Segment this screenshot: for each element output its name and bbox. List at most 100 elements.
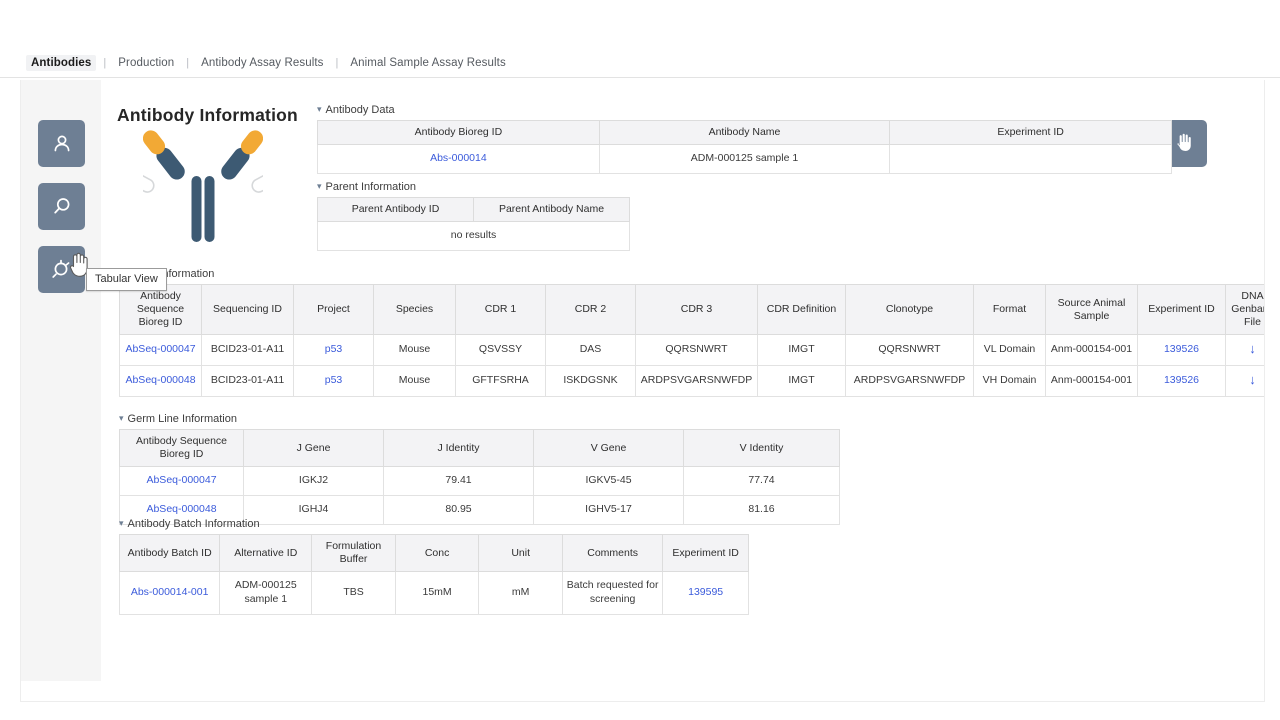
- section-title: Antibody Batch Information: [127, 518, 260, 530]
- cell-sequencing-id: BCID23-01-A11: [201, 334, 294, 367]
- cell-j-identity: 79.41: [383, 466, 534, 496]
- hand-icon: [1172, 129, 1196, 158]
- cell-alternative-id: ADM-000125 sample 1: [219, 571, 313, 615]
- cell-genbank-download[interactable]: ↓: [1225, 365, 1264, 397]
- user-profile-button[interactable]: [38, 120, 85, 167]
- cell-v-identity: 81.16: [683, 494, 840, 525]
- table-row: Abs-000014-001 ADM-000125 sample 1 TBS 1…: [118, 571, 749, 615]
- cell-experiment-id[interactable]: 139526: [1137, 365, 1226, 397]
- column-header-cdr-3: CDR 3: [635, 283, 758, 336]
- search-button[interactable]: [38, 183, 85, 230]
- cell-experiment-id[interactable]: 139526: [1137, 334, 1226, 367]
- cell-cdr-definition: IMGT: [757, 334, 846, 367]
- column-header-dna-genbank-file: DNA Genbank File: [1225, 283, 1264, 336]
- cell-project[interactable]: p53: [293, 334, 374, 367]
- table-row: AbSeq-000047 IGKJ2 79.41 IGKV5-45 77.74: [119, 466, 840, 496]
- nav-separator: |: [335, 56, 339, 69]
- column-header-project: Project: [293, 283, 374, 336]
- column-header-experiment-id: Experiment ID: [662, 533, 749, 573]
- link-experiment-id[interactable]: 139526: [1164, 343, 1199, 355]
- link-antibody-sequence-id[interactable]: AbSeq-000047: [125, 343, 195, 355]
- cell-sequence-id[interactable]: AbSeq-000048: [119, 365, 202, 397]
- cell-source-animal-sample: Anm-000154-001: [1045, 365, 1138, 397]
- cell-formulation-buffer: TBS: [311, 571, 396, 615]
- cell-unit: mM: [478, 571, 563, 615]
- column-header-format: Format: [973, 283, 1046, 336]
- antibody-illustration: [128, 122, 278, 252]
- table-header-row: Parent Antibody ID Parent Antibody Name: [317, 196, 630, 223]
- column-header-clonotype: Clonotype: [845, 283, 974, 336]
- link-project[interactable]: p53: [325, 374, 343, 386]
- table-row: Abs-000014 ADM-000125 sample 1: [317, 144, 1172, 174]
- link-antibody-sequence-id[interactable]: AbSeq-000048: [146, 503, 216, 515]
- section-header-parent-information[interactable]: ▾ Parent Information: [317, 181, 416, 193]
- section-header-germ-line-information[interactable]: ▾ Germ Line Information: [119, 413, 237, 425]
- table-header-row: Antibody Batch ID Alternative ID Formula…: [118, 533, 749, 573]
- search-icon: [49, 194, 75, 220]
- cell-clonotype: QQRSNWRT: [845, 334, 974, 367]
- column-header-conc: Conc: [394, 533, 480, 573]
- chevron-down-icon: ▾: [119, 518, 124, 528]
- link-antibody-batch-id[interactable]: Abs-000014-001: [131, 586, 209, 598]
- antibody-information-panel: Tabular View Antibody Information ▾ Anti…: [20, 80, 1265, 702]
- column-header-j-gene: J Gene: [243, 428, 384, 468]
- nav-separator: |: [103, 56, 107, 69]
- column-header-v-gene: V Gene: [533, 428, 684, 468]
- cell-project[interactable]: p53: [293, 365, 374, 397]
- link-project[interactable]: p53: [325, 343, 343, 355]
- cell-sequence-id[interactable]: AbSeq-000047: [119, 334, 202, 367]
- download-icon[interactable]: ↓: [1249, 372, 1256, 387]
- column-header-source-animal-sample: Source Animal Sample: [1045, 283, 1138, 336]
- cell-comments: Batch requested for screening: [561, 571, 664, 615]
- cell-sequencing-id: BCID23-01-A11: [201, 365, 294, 397]
- main-navigation-bar: Antibodies | Production | Antibody Assay…: [0, 48, 1280, 78]
- link-antibody-bioreg-id[interactable]: Abs-000014: [430, 152, 487, 164]
- section-header-antibody-data[interactable]: ▾ Antibody Data: [317, 104, 395, 116]
- tooltip-tabular-view: Tabular View: [86, 268, 167, 291]
- cell-v-gene: IGHV5-17: [533, 494, 684, 525]
- user-icon: [49, 131, 75, 157]
- cell-j-identity: 80.95: [383, 494, 534, 525]
- table-row: AbSeq-000047 BCID23-01-A11 p53 Mouse QSV…: [119, 334, 1264, 367]
- table-row: AbSeq-000048 BCID23-01-A11 p53 Mouse GFT…: [119, 365, 1264, 397]
- germ-line-information-table: Antibody Sequence Bioreg ID J Gene J Ide…: [119, 428, 840, 525]
- column-header-cdr-definition: CDR Definition: [757, 283, 846, 336]
- empty-state-text: no results: [317, 221, 630, 251]
- cell-cdr2: DAS: [545, 334, 636, 367]
- table-header-row: Antibody Sequence Bioreg ID J Gene J Ide…: [119, 428, 840, 468]
- cell-experiment-id[interactable]: 139595: [662, 571, 749, 615]
- link-antibody-sequence-id[interactable]: AbSeq-000047: [146, 474, 216, 486]
- cell-format: VL Domain: [973, 334, 1046, 367]
- chevron-down-icon: ▾: [317, 181, 322, 191]
- cell-experiment-id: [889, 144, 1172, 174]
- column-header-j-identity: J Identity: [383, 428, 534, 468]
- column-header-antibody-name: Antibody Name: [598, 119, 891, 146]
- cell-genbank-download[interactable]: ↓: [1225, 334, 1264, 367]
- nav-item-animal-sample-assay-results[interactable]: Animal Sample Assay Results: [345, 55, 510, 71]
- section-header-antibody-batch-information[interactable]: ▾ Antibody Batch Information: [119, 518, 260, 530]
- column-header-cdr-1: CDR 1: [455, 283, 546, 336]
- download-icon[interactable]: ↓: [1249, 341, 1256, 356]
- column-header-antibody-sequence-bioreg-id: Antibody Sequence Bioreg ID: [119, 428, 244, 468]
- cell-batch-id[interactable]: Abs-000014-001: [118, 571, 221, 615]
- section-title: Parent Information: [325, 181, 417, 193]
- nav-item-production[interactable]: Production: [113, 55, 179, 71]
- link-experiment-id[interactable]: 139595: [688, 586, 723, 598]
- cell-j-gene: IGKJ2: [243, 466, 384, 496]
- column-header-formulation-buffer: Formulation Buffer: [311, 533, 396, 573]
- link-antibody-sequence-id[interactable]: AbSeq-000048: [125, 374, 195, 386]
- cell-sequence-id[interactable]: AbSeq-000047: [119, 466, 244, 496]
- cell-antibody-bioreg-id[interactable]: Abs-000014: [317, 144, 600, 174]
- column-header-parent-antibody-name: Parent Antibody Name: [473, 196, 630, 223]
- nav-item-antibody-assay-results[interactable]: Antibody Assay Results: [196, 55, 328, 71]
- column-header-species: Species: [373, 283, 456, 336]
- cell-source-animal-sample: Anm-000154-001: [1045, 334, 1138, 367]
- tabular-view-button[interactable]: [38, 246, 85, 293]
- nav-item-antibodies[interactable]: Antibodies: [26, 54, 97, 71]
- cell-v-identity: 77.74: [683, 466, 840, 496]
- link-experiment-id[interactable]: 139526: [1164, 374, 1199, 386]
- column-header-v-identity: V Identity: [683, 428, 840, 468]
- chevron-down-icon: ▾: [119, 413, 124, 423]
- chain-information-table: Antibody Sequence Bioreg ID Sequencing I…: [119, 283, 1264, 397]
- column-header-cdr-2: CDR 2: [545, 283, 636, 336]
